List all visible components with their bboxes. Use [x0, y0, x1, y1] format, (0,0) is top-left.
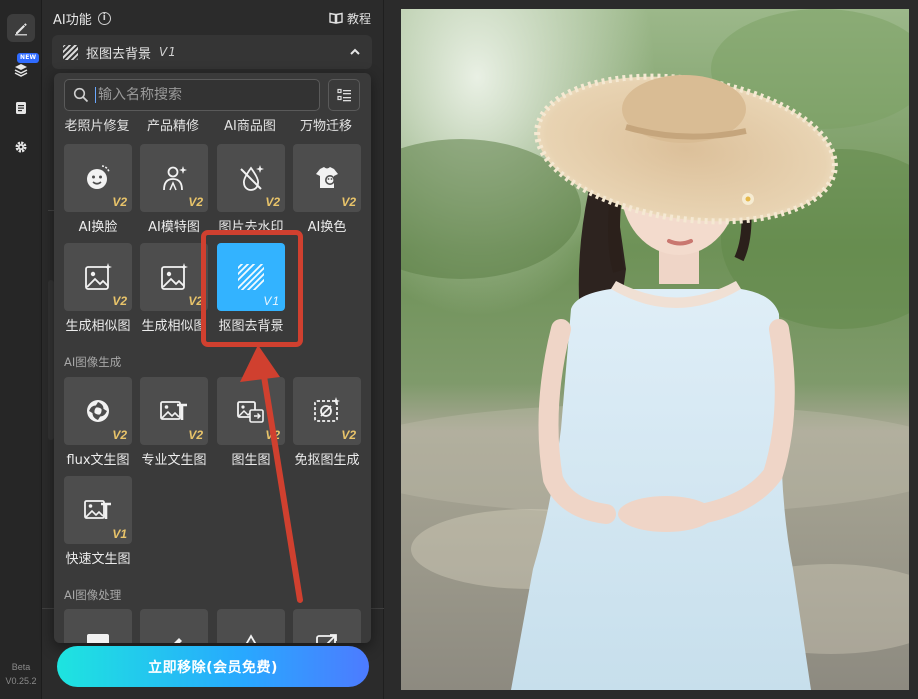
- search-input[interactable]: [95, 87, 315, 103]
- tool-version-tag: V2: [341, 428, 356, 442]
- tool-label: 快速文生图: [65, 552, 131, 567]
- book-icon: [329, 12, 343, 24]
- gear-icon: [15, 141, 27, 153]
- tool-label: 生成相似图: [65, 319, 131, 334]
- category-tab-ai-product-image[interactable]: AI商品图: [212, 115, 288, 134]
- list-view-button[interactable]: [328, 79, 360, 111]
- tool-label: AI换脸: [78, 220, 118, 235]
- watermark-remove-icon: [240, 165, 264, 191]
- tool-label: flux文生图: [66, 453, 130, 468]
- tool-tile-face-swap[interactable]: V2: [64, 144, 132, 212]
- tool-version-tag: V2: [188, 195, 203, 209]
- tool-tile-pro-text-to-image[interactable]: V2: [140, 377, 208, 445]
- text-to-image-icon: [84, 500, 111, 519]
- info-icon[interactable]: i: [97, 11, 111, 25]
- tool-label: AI换色: [307, 220, 347, 235]
- search-icon: [73, 87, 89, 103]
- background-remove-icon: [238, 264, 264, 290]
- current-tool-header[interactable]: 抠图去背景 V1: [52, 35, 372, 69]
- tool-tile-partial[interactable]: [293, 609, 361, 643]
- tool-version-tag: V1: [112, 527, 127, 541]
- document-button[interactable]: [7, 94, 35, 122]
- tool-version-tag: V2: [265, 195, 280, 209]
- list-icon: [336, 88, 351, 102]
- color-change-icon: [316, 167, 338, 188]
- settings-button[interactable]: [7, 133, 35, 161]
- current-tool-title: 抠图去背景: [86, 46, 152, 62]
- hd-enhance-icon: [87, 634, 109, 643]
- category-tab-object-transfer[interactable]: 万物迁移: [288, 115, 364, 134]
- edit-tool-button[interactable]: [7, 14, 35, 42]
- tool-version-tag: V1: [263, 294, 280, 308]
- category-tab-product-retouch[interactable]: 产品精修: [135, 115, 211, 134]
- group-label-ai-image-processing: AI图像处理: [64, 588, 122, 602]
- tool-version-tag: V2: [112, 294, 127, 308]
- face-swap-icon: [87, 165, 110, 189]
- panel-title: AI功能 i: [53, 9, 111, 28]
- tool-version-tag: V2: [112, 428, 127, 442]
- tool-tile-similar-image[interactable]: V2: [64, 243, 132, 311]
- image-to-image-icon: [237, 401, 264, 423]
- chevron-up-icon[interactable]: [349, 46, 361, 58]
- tool-label: 抠图去背景: [218, 319, 284, 334]
- no-cutout-icon: [314, 397, 340, 422]
- portrait-image: [401, 9, 909, 690]
- tool-tile-ai-model[interactable]: V2: [140, 144, 208, 212]
- similar-image-icon: [161, 263, 188, 290]
- tool-tile-fast-text-to-image[interactable]: V1: [64, 476, 132, 544]
- tool-version-tag: V2: [265, 428, 280, 442]
- version-number: V0.25.2: [5, 676, 37, 686]
- tool-label: 图生图: [231, 453, 271, 468]
- group-label-ai-image-generation: AI图像生成: [64, 355, 122, 369]
- tool-tile-flux-text-to-image[interactable]: V2: [64, 377, 132, 445]
- tool-label: 专业文生图: [141, 453, 207, 468]
- brush-icon: [174, 638, 182, 643]
- tool-version-tag: V2: [188, 294, 203, 308]
- current-tool-version: V1: [159, 45, 177, 59]
- background-remove-icon: [63, 44, 78, 60]
- tutorial-link[interactable]: 教程: [329, 10, 371, 27]
- beta-label: Beta: [11, 662, 31, 672]
- model-icon: [163, 166, 187, 191]
- similar-image-icon: [85, 263, 112, 290]
- panel-header: AI功能 i 教程: [53, 9, 371, 28]
- erase-icon: [245, 634, 257, 643]
- search-field[interactable]: [64, 79, 320, 111]
- new-badge: NEW: [17, 53, 40, 63]
- tool-label: AI模特图: [148, 220, 200, 235]
- tool-tile-partial[interactable]: [140, 609, 208, 643]
- category-tab-old-photo[interactable]: 老照片修复: [59, 115, 135, 134]
- category-tabs: 老照片修复 产品精修 AI商品图 万物迁移: [54, 115, 371, 135]
- tool-version-tag: V2: [112, 195, 127, 209]
- flux-icon: [87, 400, 109, 422]
- expand-icon: [316, 634, 337, 643]
- tool-tile-image-to-image[interactable]: V2: [217, 377, 285, 445]
- document-icon: [16, 102, 26, 114]
- tool-label: 图片去水印: [218, 220, 284, 235]
- pencil-icon: [15, 23, 27, 36]
- tool-tile-partial[interactable]: [217, 609, 285, 643]
- canvas-area: [384, 0, 918, 699]
- panel-title-text: AI功能: [53, 12, 92, 28]
- tool-tile-similar-image-2[interactable]: V2: [140, 243, 208, 311]
- text-to-image-icon: [160, 401, 187, 420]
- tool-label: 免抠图生成: [294, 453, 360, 468]
- tool-tile-no-cutout-generate[interactable]: V2: [293, 377, 361, 445]
- tool-tile-partial[interactable]: [64, 609, 132, 643]
- remove-now-button[interactable]: 立即移除(会员免费): [57, 646, 369, 687]
- tool-tile-watermark-remove[interactable]: V2: [217, 144, 285, 212]
- tool-picker-dropdown: 老照片修复 产品精修 AI商品图 万物迁移 V2 AI换脸 V2 AI模特图 V…: [54, 73, 371, 643]
- tool-version-tag: V2: [188, 428, 203, 442]
- layers-icon: [14, 64, 28, 77]
- tool-label: 生成相似图: [141, 319, 207, 334]
- tutorial-label: 教程: [346, 11, 371, 26]
- tool-tile-ai-color-change[interactable]: V2: [293, 144, 361, 212]
- tool-version-tag: V2: [341, 195, 356, 209]
- left-tool-rail: NEW Beta V0.25.2: [0, 0, 42, 699]
- canvas-image[interactable]: [401, 9, 909, 690]
- tool-tile-background-remove[interactable]: V1: [217, 243, 285, 311]
